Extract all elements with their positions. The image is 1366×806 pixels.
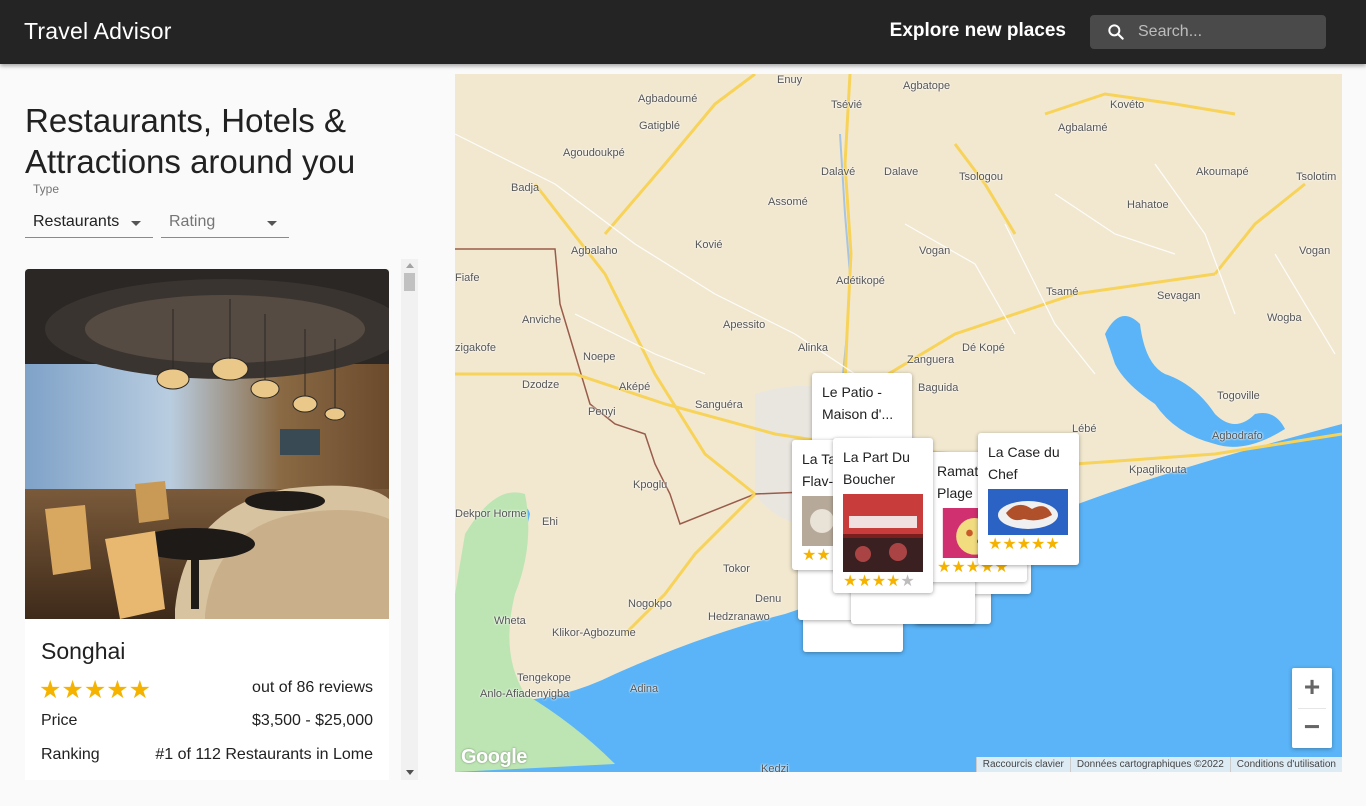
map-label: Kovié <box>695 239 723 251</box>
map-label: Dalavé <box>821 166 856 178</box>
map-label: Kpoglu <box>633 479 668 491</box>
price-label: Price <box>41 712 78 729</box>
map-label: Apessito <box>723 319 766 331</box>
google-logo: Google <box>461 746 527 768</box>
map-label: Sevagan <box>1157 290 1201 302</box>
map-label: Gatigblé <box>639 120 680 132</box>
price-value: $3,500 - $25,000 <box>252 712 373 729</box>
terms-link[interactable]: Conditions d'utilisation <box>1229 757 1342 772</box>
type-label: Type <box>33 182 60 196</box>
keyboard-shortcuts-link[interactable]: Raccourcis clavier <box>975 757 1070 772</box>
map-label: Ehi <box>542 516 558 528</box>
search-box[interactable] <box>1090 15 1326 49</box>
map-label: Dzodze <box>522 379 560 391</box>
map-label: Kedzi <box>761 763 789 772</box>
marker-name: La Part Du Boucher <box>843 449 910 487</box>
map-label: Tsamé <box>1046 286 1079 298</box>
place-card[interactable]: Songhai ★★★★★ out of 86 reviews Price $3… <box>25 269 389 780</box>
map-label: Agoudoukpé <box>563 147 625 159</box>
map-label: Agbodrafo <box>1212 430 1263 442</box>
marker-photo <box>988 489 1068 535</box>
map-label: Vogan <box>919 245 951 257</box>
map-label: Aképé <box>619 381 651 393</box>
map-label: Zanguera <box>907 354 955 366</box>
page-heading: Restaurants, Hotels & Attractions around… <box>25 102 356 180</box>
map-label: Tsévié <box>831 99 863 111</box>
review-count: out of 86 reviews <box>252 679 373 696</box>
map-label: Dekpor Horme <box>455 508 527 520</box>
map-label: Denu <box>755 593 782 605</box>
map-label: Agbatope <box>903 80 951 92</box>
zoom-out-button[interactable]: − <box>1292 708 1332 748</box>
type-select[interactable]: Type Restaurants <box>25 182 153 238</box>
map-label: Anlo-Afiadenyigba <box>480 688 570 700</box>
type-value: Restaurants <box>33 213 120 230</box>
map-label: Agbalaho <box>571 245 618 257</box>
map-label: Adétikopé <box>836 275 885 287</box>
map-label: zigakofe <box>455 342 496 354</box>
place-name: Songhai <box>41 638 126 664</box>
app-bar: Travel Advisor Explore new places <box>0 0 1366 64</box>
map-label: Vogan <box>1299 245 1331 257</box>
map-label: Penyi <box>588 406 616 418</box>
rating-select[interactable]: Rating <box>161 208 289 238</box>
map-label: Wheta <box>494 615 526 627</box>
map-label: Akoumapé <box>1196 166 1249 178</box>
marker-name: Le Patio - Maison d'... <box>822 384 894 422</box>
map-label: Agbalamé <box>1058 122 1108 134</box>
marker-name: La Case du Chef <box>988 444 1060 482</box>
map-label: Dé Kopé <box>962 342 1005 354</box>
places-list[interactable]: Songhai ★★★★★ out of 86 reviews Price $3… <box>25 269 389 780</box>
scroll-up-arrow-icon[interactable] <box>406 263 414 268</box>
map-label: Baguida <box>918 382 959 394</box>
scroll-thumb[interactable] <box>404 273 415 291</box>
search-icon <box>1108 24 1124 40</box>
map-label: Tsologou <box>959 171 1004 183</box>
map-label: Hedzranawo <box>708 611 770 623</box>
map-label: Agbadoumé <box>638 93 698 105</box>
map-label: Badja <box>511 182 540 194</box>
chevron-down-icon <box>131 221 141 226</box>
map-data-text: Données cartographiques ©2022 <box>1069 757 1230 772</box>
ranking-value: #1 of 112 Restaurants in Lome <box>155 746 373 763</box>
map-label: Anviche <box>522 314 562 326</box>
marker-stars: ★★★★★ <box>843 573 915 590</box>
marker-photo <box>843 494 923 572</box>
map-label: Wogba <box>1267 312 1302 324</box>
map-footer: Raccourcis clavier Données cartographiqu… <box>975 757 1342 772</box>
map-label: Sanguéra <box>695 399 743 411</box>
map-label: Enuy <box>777 74 803 86</box>
rating-stars: ★★★★★ <box>39 676 152 704</box>
map-label: Togoville <box>1217 390 1260 402</box>
marker-stars: ★★★★★ <box>988 536 1060 553</box>
map-marker-la-part-du-boucher[interactable]: La Part Du Boucher ★★★★★ <box>833 438 933 593</box>
chevron-down-icon <box>267 221 277 226</box>
zoom-in-button[interactable]: + <box>1292 668 1332 708</box>
map-label: Tokor <box>723 563 750 575</box>
map-label: Nogokpo <box>628 598 673 610</box>
map-label: Tsolotim <box>1296 171 1337 183</box>
map-label: Kpaglikouta <box>1129 464 1187 476</box>
map-label: Dalave <box>884 166 919 178</box>
map-label: Assomé <box>768 196 808 208</box>
map-label: Klikor-Agbozume <box>552 627 636 639</box>
map[interactable]: Enuy Agbatope Agbadoumé Tsévié Kovéto Ga… <box>455 74 1342 772</box>
search-input[interactable] <box>1138 15 1318 49</box>
ranking-label: Ranking <box>41 746 100 763</box>
restaurant-photo <box>25 269 389 619</box>
map-label: Kovéto <box>1110 99 1145 111</box>
scroll-down-arrow-icon[interactable] <box>406 770 414 775</box>
rating-placeholder: Rating <box>169 213 216 230</box>
map-label: Noepe <box>583 351 616 363</box>
map-label: Adina <box>630 683 659 695</box>
list-scrollbar[interactable] <box>401 259 418 780</box>
map-label: Tengekope <box>517 672 571 684</box>
map-label: Hahatoe <box>1127 199 1169 211</box>
zoom-controls: + − <box>1292 668 1332 748</box>
map-label: Fiafe <box>455 272 480 284</box>
explore-heading: Explore new places <box>889 20 1066 41</box>
map-marker-la-case-du-chef[interactable]: La Case du Chef ★★★★★ <box>978 433 1079 565</box>
app-title: Travel Advisor <box>24 18 172 44</box>
map-label: Alinka <box>798 342 828 354</box>
